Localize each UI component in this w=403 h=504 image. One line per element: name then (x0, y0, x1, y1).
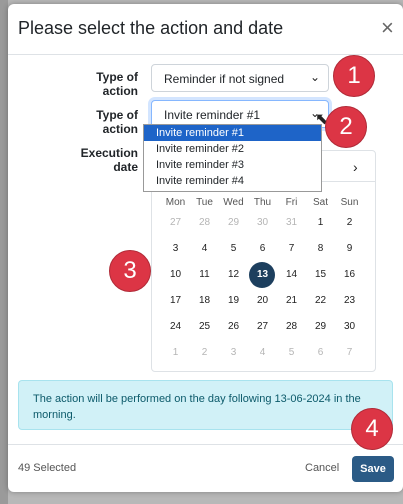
calendar-day[interactable]: 25 (190, 321, 219, 332)
calendar-day[interactable]: 5 (277, 347, 306, 358)
chevron-down-icon: ⌄ (309, 70, 320, 84)
reminder-type-value: Invite reminder #1 (164, 108, 261, 122)
calendar-day[interactable]: 16 (335, 269, 364, 280)
weekday-label: Sun (340, 197, 359, 208)
calendar-day[interactable]: 21 (277, 295, 306, 306)
type-of-action-select[interactable]: Reminder if not signed ⌄ (151, 64, 329, 92)
calendar-day[interactable]: 31 (277, 217, 306, 228)
save-button[interactable]: Save (352, 456, 394, 482)
calendar-day[interactable]: 24 (161, 321, 190, 332)
weekday-label: Mon (165, 197, 186, 208)
calendar-day[interactable]: 22 (306, 295, 335, 306)
calendar-day[interactable]: 18 (190, 295, 219, 306)
calendar-day[interactable]: 12 (219, 269, 248, 280)
type-of-action-label-2: Type of action (96, 108, 138, 136)
calendar-day[interactable]: 30 (248, 217, 277, 228)
header-divider (8, 54, 403, 55)
calendar-day[interactable]: 14 (277, 269, 306, 280)
weekday-label: Tue (196, 197, 213, 208)
calendar-day[interactable]: 6 (248, 243, 277, 254)
calendar-day[interactable]: 2 (190, 347, 219, 358)
calendar-day[interactable]: 27 (248, 321, 277, 332)
calendar-day[interactable]: 17 (161, 295, 190, 306)
calendar-day[interactable]: 15 (306, 269, 335, 280)
close-icon[interactable]: × (381, 17, 394, 39)
calendar-day[interactable]: 29 (306, 321, 335, 332)
modal-title: Please select the action and date (18, 18, 284, 38)
type-of-action-label: Type of action (96, 70, 138, 98)
calendar-day[interactable]: 10 (161, 269, 190, 280)
calendar-day[interactable]: 6 (306, 347, 335, 358)
info-alert: The action will be performed on the day … (18, 380, 393, 430)
calendar-day[interactable]: 23 (335, 295, 364, 306)
dropdown-option[interactable]: Invite reminder #2 (144, 141, 321, 157)
calendar-day[interactable]: 3 (219, 347, 248, 358)
calendar-day[interactable]: 28 (190, 217, 219, 228)
weekday-label: Sat (312, 197, 328, 208)
calendar-day[interactable]: 9 (335, 243, 364, 254)
calendar-day[interactable]: 13 (248, 269, 277, 280)
calendar-day[interactable]: 29 (219, 217, 248, 228)
background-page (0, 0, 8, 504)
step-badge-4: 4 (351, 408, 393, 450)
selected-count: 49 Selected (18, 462, 77, 474)
execution-date-label: Execution date (80, 146, 138, 174)
calendar-day[interactable]: 5 (219, 243, 248, 254)
step-badge-3: 3 (109, 250, 151, 292)
calendar-day[interactable]: 28 (277, 321, 306, 332)
calendar-day[interactable]: 11 (190, 269, 219, 280)
calendar-day[interactable]: 3 (161, 243, 190, 254)
dropdown-option[interactable]: Invite reminder #1 (144, 125, 321, 141)
calendar-day[interactable]: 2 (335, 217, 364, 228)
calendar-day[interactable]: 7 (277, 243, 306, 254)
reminder-dropdown-list: Invite reminder #1 Invite reminder #2 In… (143, 124, 322, 192)
type-of-action-value: Reminder if not signed (164, 72, 285, 86)
weekday-label: Thu (253, 197, 272, 208)
calendar-day[interactable]: 27 (161, 217, 190, 228)
weekday-label: Fri (285, 197, 298, 208)
calendar-day[interactable]: 26 (219, 321, 248, 332)
calendar-day[interactable]: 4 (190, 243, 219, 254)
next-month-icon[interactable]: › (353, 159, 358, 175)
cancel-button[interactable]: Cancel (305, 462, 339, 474)
step-badge-1: 1 (333, 55, 375, 97)
dropdown-option[interactable]: Invite reminder #4 (144, 173, 321, 189)
info-text: The action will be performed on the day … (33, 393, 361, 421)
calendar-day[interactable]: 7 (335, 347, 364, 358)
step-badge-2: 2 (325, 106, 367, 148)
calendar-day[interactable]: 4 (248, 347, 277, 358)
weekday-label: Wed (223, 197, 244, 208)
dropdown-option[interactable]: Invite reminder #3 (144, 157, 321, 173)
footer-divider (8, 444, 403, 445)
calendar-day[interactable]: 19 (219, 295, 248, 306)
calendar-day[interactable]: 1 (161, 347, 190, 358)
calendar-day[interactable]: 30 (335, 321, 364, 332)
calendar-day[interactable]: 8 (306, 243, 335, 254)
calendar-day[interactable]: 1 (306, 217, 335, 228)
calendar-day[interactable]: 20 (248, 295, 277, 306)
